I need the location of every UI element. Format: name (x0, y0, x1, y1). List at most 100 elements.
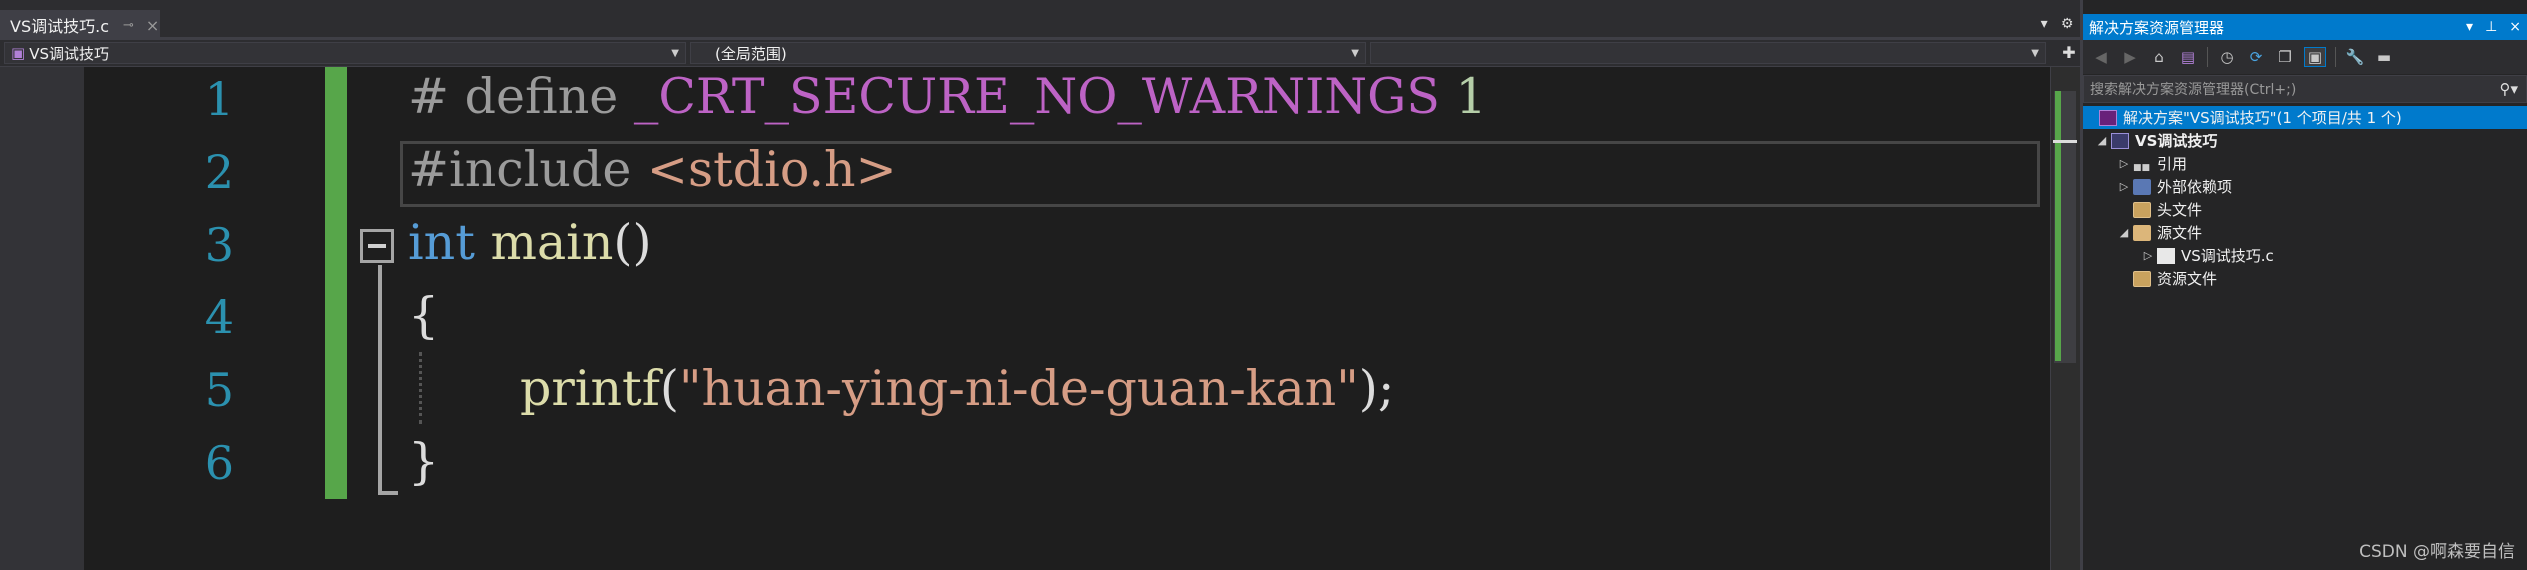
references-icon (2133, 156, 2151, 172)
code-line-6[interactable]: } (408, 433, 439, 490)
tree-item-label: 解决方案"VS调试技巧"(1 个项目/共 1 个) (2123, 109, 2402, 127)
tree-item-label: 引用 (2157, 155, 2188, 173)
type-keyword: int (408, 214, 491, 271)
preview-selected-icon[interactable]: ▬ (2374, 48, 2394, 66)
scrollbar-caret-marker (2053, 140, 2077, 143)
code-line-4[interactable]: { (408, 287, 439, 344)
line-number: 5 (204, 363, 234, 417)
tree-item-label: 源文件 (2157, 224, 2203, 242)
pin-icon[interactable]: ⊥ (2485, 19, 2497, 35)
indent-guide (419, 352, 425, 424)
line-number: 6 (204, 436, 234, 490)
filter-folder-icon (2133, 270, 2151, 287)
pending-changes-filter-icon[interactable]: ◷ (2217, 48, 2237, 66)
scrollbar-change-marker (2055, 91, 2061, 361)
open-brace: { (408, 287, 440, 344)
function-name: printf (520, 360, 660, 417)
collapsed-arrow-icon[interactable]: ▷ (2141, 249, 2155, 262)
forward-icon[interactable]: ▶ (2120, 48, 2140, 66)
pin-icon[interactable]: ⊸ (123, 18, 134, 33)
sync-icon[interactable]: ⟳ (2246, 48, 2266, 66)
tree-item-label: 资源文件 (2157, 270, 2218, 288)
define-keyword: define (464, 68, 634, 125)
back-icon[interactable]: ◀ (2091, 48, 2111, 66)
c-file-icon (2157, 247, 2175, 264)
include-header: <stdio.h> (646, 141, 897, 198)
code-line-1[interactable]: # define _CRT_SECURE_NO_WARNINGS 1 (408, 68, 1487, 125)
tab-vs-debug-c[interactable]: VS调试技巧.c ⊸ × (0, 10, 160, 40)
tree-item-external-deps[interactable]: ▷ 外部依赖项 (2117, 175, 2232, 198)
scope-dropdown[interactable]: (全局范围) ▼ (690, 42, 1366, 64)
line-number: 3 (204, 218, 234, 272)
tree-item-solution[interactable]: 解决方案"VS调试技巧"(1 个项目/共 1 个) (2083, 106, 2527, 129)
project-icon: ▣ (11, 44, 26, 62)
chevron-down-icon[interactable]: ▾ (2466, 19, 2473, 35)
close-icon[interactable]: × (146, 16, 159, 35)
project-icon (2111, 132, 2129, 149)
switch-views-icon[interactable]: ▤ (2178, 48, 2198, 66)
solution-explorer-panel: 解决方案资源管理器 ▾ ⊥ × ◀ ▶ ⌂ ▤ ◷ ⟳ ❐ ▣ 🔧 ▬ 搜索解决… (2080, 0, 2527, 570)
solution-search-input[interactable]: 搜索解决方案资源管理器(Ctrl+;) ⚲▾ (2083, 75, 2527, 103)
tab-list-dropdown-icon[interactable]: ▾ (2041, 16, 2048, 32)
parens: () (613, 214, 652, 271)
tree-item-references[interactable]: ▷ 引用 (2117, 152, 2187, 175)
outline-guide-line (378, 265, 382, 495)
tree-item-source-c-file[interactable]: ▷ VS调试技巧.c (2141, 244, 2274, 267)
open-paren: ( (659, 360, 679, 417)
line-number: 4 (204, 290, 234, 344)
solution-icon (2099, 109, 2117, 126)
tab-overflow-controls: ▾ ⚙ (2034, 10, 2080, 38)
code-editor[interactable]: VS调试技巧.c ⊸ × ▾ ⚙ ▣ VS调试技巧 ▼ (全局范围) ▼ ▼ ✚… (0, 0, 2081, 570)
search-placeholder: 搜索解决方案资源管理器(Ctrl+;) (2090, 82, 2297, 98)
outline-guide-end (378, 491, 398, 495)
close-icon[interactable]: × (2509, 19, 2521, 35)
collapse-outline-icon[interactable] (360, 229, 394, 263)
expanded-arrow-icon[interactable]: ◢ (2095, 134, 2109, 147)
include-directive: #include (408, 141, 647, 198)
chevron-down-icon: ▼ (2031, 47, 2039, 59)
tree-item-source-files[interactable]: ◢ 源文件 (2117, 221, 2202, 244)
function-name: main (490, 214, 614, 271)
tree-item-resource-files[interactable]: 资源文件 (2131, 267, 2217, 290)
collapsed-arrow-icon[interactable]: ▷ (2117, 157, 2131, 170)
gear-icon[interactable]: ⚙ (2061, 16, 2074, 32)
tree-item-header-files[interactable]: 头文件 (2131, 198, 2202, 221)
code-line-2[interactable]: #include <stdio.h> (408, 141, 897, 198)
search-icon[interactable]: ⚲▾ (2499, 80, 2518, 98)
panel-title: 解决方案资源管理器 (2089, 18, 2225, 37)
close-brace: } (408, 433, 440, 490)
scope-label: (全局范围) (715, 44, 787, 63)
tree-item-project[interactable]: ◢ VS调试技巧 (2095, 129, 2218, 152)
vertical-scrollbar[interactable] (2050, 67, 2081, 570)
member-dropdown[interactable]: ▼ (1370, 42, 2046, 64)
line-number: 1 (204, 72, 234, 126)
tree-item-label: 外部依赖项 (2157, 178, 2233, 196)
tab-file-name: VS调试技巧.c (10, 17, 109, 36)
external-dependencies-icon (2133, 178, 2151, 195)
string-literal: "huan-ying-ni-de-guan-kan" (678, 360, 1359, 417)
navigation-bar: ▣ VS调试技巧 ▼ (全局范围) ▼ ▼ ✚ (0, 40, 2080, 67)
code-line-5[interactable]: printf("huan-ying-ni-de-guan-kan"); (520, 360, 1394, 417)
split-window-icon[interactable]: ✚ (2058, 42, 2080, 64)
chevron-down-icon: ▼ (1351, 47, 1359, 59)
collapsed-arrow-icon[interactable]: ▷ (2117, 180, 2131, 193)
show-all-files-icon[interactable]: ▣ (2304, 47, 2326, 67)
tree-item-label: 头文件 (2157, 201, 2203, 219)
toolbar-separator (2335, 47, 2336, 67)
line-number: 2 (204, 145, 234, 199)
preprocessor-hash: # (408, 68, 465, 125)
home-icon[interactable]: ⌂ (2149, 48, 2169, 66)
indicator-margin (0, 67, 84, 570)
toolbar-separator (2207, 47, 2208, 67)
collapse-all-icon[interactable]: ❐ (2275, 48, 2295, 66)
solution-explorer-toolbar: ◀ ▶ ⌂ ▤ ◷ ⟳ ❐ ▣ 🔧 ▬ (2083, 40, 2527, 74)
watermark-text: CSDN @啊森要自信 (2359, 542, 2515, 562)
macro-name: _CRT_SECURE_NO_WARNINGS (633, 68, 1456, 125)
tree-item-label: VS调试技巧.c (2181, 247, 2274, 265)
tree-item-label: VS调试技巧 (2135, 132, 2218, 150)
open-folder-icon (2133, 224, 2151, 241)
code-line-3[interactable]: int main() (408, 214, 652, 271)
properties-wrench-icon[interactable]: 🔧 (2345, 48, 2365, 66)
expanded-arrow-icon[interactable]: ◢ (2117, 226, 2131, 239)
project-scope-dropdown[interactable]: ▣ VS调试技巧 ▼ (4, 42, 686, 64)
